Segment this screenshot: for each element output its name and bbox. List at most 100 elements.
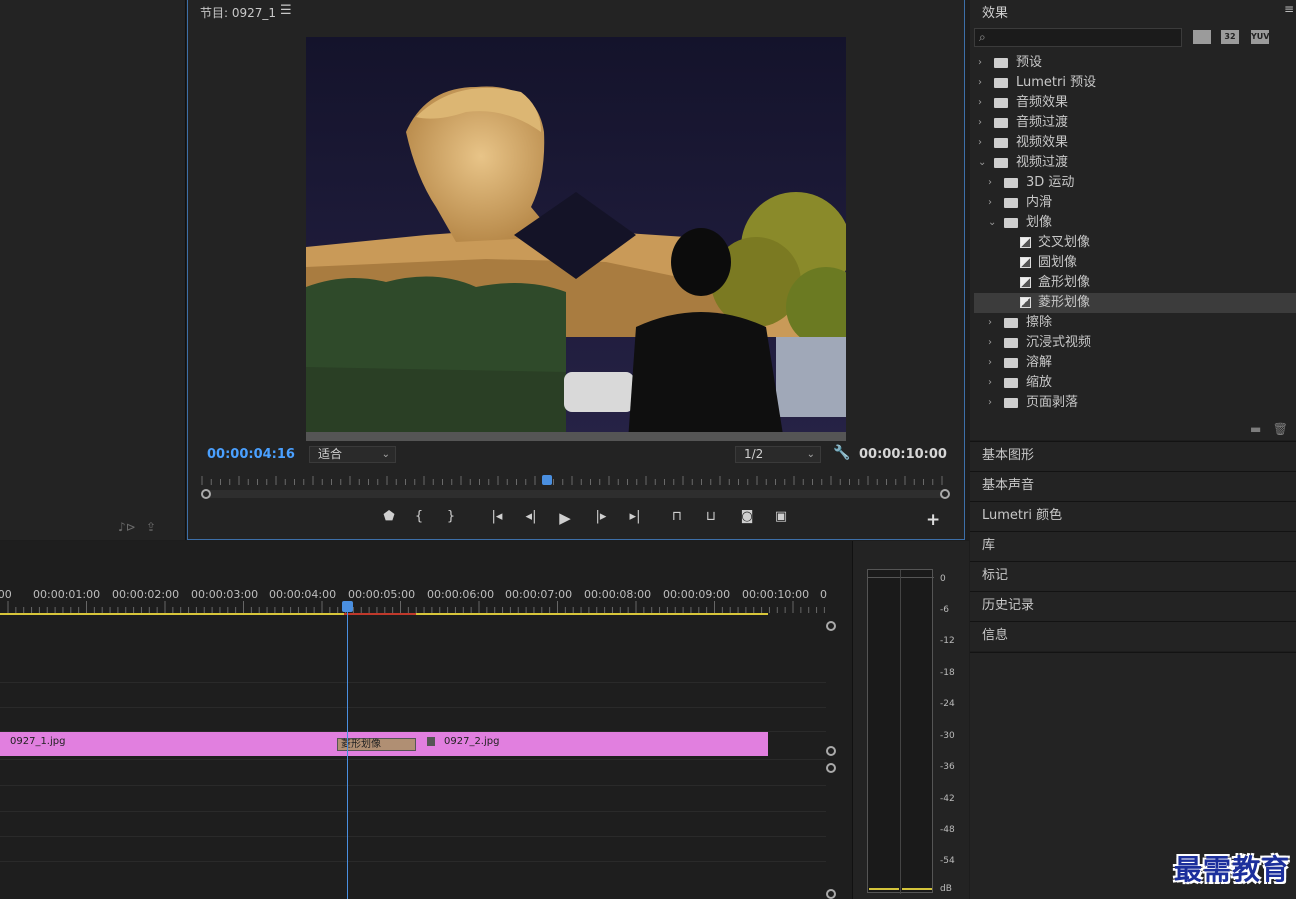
- chevron-right-icon[interactable]: ›: [988, 353, 992, 373]
- mark-out-icon[interactable]: }: [440, 509, 462, 524]
- tree-item[interactable]: › 擦除: [974, 313, 1296, 333]
- chevron-down-icon[interactable]: ⌄: [988, 213, 996, 233]
- tree-item-label: 预设: [1016, 55, 1043, 70]
- hamburger-icon[interactable]: ☰: [280, 3, 292, 18]
- tree-item[interactable]: › Lumetri 预设: [974, 73, 1296, 93]
- mark-in-icon[interactable]: {: [408, 509, 430, 524]
- monitor-time-ruler[interactable]: [200, 474, 948, 486]
- 32-bit-icon[interactable]: 32: [1221, 30, 1239, 44]
- side-panel-tab[interactable]: 标记: [970, 561, 1296, 591]
- chevron-right-icon[interactable]: ›: [978, 93, 982, 113]
- side-panel-tab[interactable]: 基本图形: [970, 441, 1296, 471]
- meter-divider: [900, 570, 901, 894]
- video-frame[interactable]: [306, 37, 846, 441]
- effects-panel-title: 效果: [982, 6, 1009, 21]
- side-panel-tab[interactable]: 历史记录: [970, 591, 1296, 621]
- timeline-vertical-scrollbar[interactable]: [826, 621, 836, 899]
- go-to-in-icon[interactable]: |◂: [486, 509, 508, 524]
- add-button-icon[interactable]: +: [926, 510, 940, 530]
- current-timecode[interactable]: 00:00:04:16: [207, 447, 295, 462]
- side-panel-tab[interactable]: 信息: [970, 621, 1296, 651]
- fx-badge-icon: [427, 737, 435, 746]
- scroll-handle-top[interactable]: [826, 621, 836, 631]
- timeline-playhead[interactable]: [342, 601, 353, 612]
- export-frame-icon[interactable]: ◙: [736, 509, 758, 524]
- tree-item[interactable]: › 溶解: [974, 353, 1296, 373]
- side-panel-tab[interactable]: 库: [970, 531, 1296, 561]
- tree-item-label: 内滑: [1026, 195, 1053, 210]
- chevron-right-icon[interactable]: ›: [988, 333, 992, 353]
- resolution-select[interactable]: 1/2 ⌄: [735, 446, 821, 463]
- scroll-handle-bottom[interactable]: [826, 889, 836, 899]
- track-divider: [0, 811, 826, 812]
- wrench-icon[interactable]: 🔧: [833, 445, 850, 461]
- transition-clip[interactable]: 菱形划像: [337, 738, 416, 751]
- timeline-tick-label: 00:00:10:00: [742, 588, 810, 601]
- folder-icon: [994, 98, 1008, 108]
- chevron-right-icon[interactable]: ›: [978, 113, 982, 133]
- render-status-bar: [344, 613, 416, 615]
- effects-search-input[interactable]: ⌕: [974, 28, 1182, 47]
- tree-item[interactable]: 圆划像: [974, 253, 1296, 273]
- track-divider: [0, 836, 826, 837]
- export-icon[interactable]: ⇪: [146, 520, 156, 534]
- side-panel-tab[interactable]: 基本声音: [970, 471, 1296, 501]
- db-label: -30: [940, 731, 955, 741]
- play-icon[interactable]: ▶: [554, 509, 576, 527]
- side-panel-tab[interactable]: Lumetri 颜色: [970, 501, 1296, 531]
- tree-item[interactable]: 菱形划像: [974, 293, 1296, 313]
- tree-item-label: 交叉划像: [1038, 235, 1091, 250]
- step-forward-icon[interactable]: |▸: [590, 509, 612, 524]
- step-back-icon[interactable]: ◂|: [520, 509, 542, 524]
- tree-item[interactable]: › 音频效果: [974, 93, 1296, 113]
- tree-item[interactable]: › 缩放: [974, 373, 1296, 393]
- tree-item[interactable]: › 预设: [974, 53, 1296, 73]
- chevron-right-icon[interactable]: ›: [988, 173, 992, 193]
- chevron-right-icon[interactable]: ›: [988, 193, 992, 213]
- chevron-down-icon[interactable]: ⌄: [978, 153, 986, 173]
- go-to-out-icon[interactable]: ▸|: [624, 509, 646, 524]
- extract-icon[interactable]: ⊔: [700, 509, 722, 524]
- tree-item[interactable]: ⌄ 划像: [974, 213, 1296, 233]
- fit-select[interactable]: 适合 ⌄: [309, 446, 396, 463]
- tree-item[interactable]: › 3D 运动: [974, 173, 1296, 193]
- tree-item[interactable]: 交叉划像: [974, 233, 1296, 253]
- tree-item-label: 盒形划像: [1038, 275, 1091, 290]
- tree-item-label: 划像: [1026, 215, 1053, 230]
- tree-item[interactable]: › 沉浸式视频: [974, 333, 1296, 353]
- chevron-right-icon[interactable]: ›: [988, 393, 992, 413]
- scroll-handle-mid[interactable]: [826, 746, 836, 756]
- transition-effect-icon: [1020, 257, 1031, 268]
- zoom-scrollbar-left-handle[interactable]: [201, 489, 211, 499]
- zoom-scrollbar[interactable]: [206, 490, 946, 498]
- zoom-scrollbar-right-handle[interactable]: [940, 489, 950, 499]
- accelerated-effects-icon[interactable]: [1193, 30, 1211, 44]
- tree-item-label: 3D 运动: [1026, 175, 1075, 190]
- new-bin-icon[interactable]: ▬: [1250, 422, 1261, 436]
- monitor-playhead[interactable]: [542, 475, 552, 485]
- trash-icon[interactable]: 🗑: [1273, 422, 1288, 436]
- tree-item[interactable]: › 页面剥落: [974, 393, 1296, 413]
- chevron-right-icon[interactable]: ›: [978, 133, 982, 153]
- timeline-tick-label: 00:00:07:00: [505, 588, 573, 601]
- tree-item-label: 页面剥落: [1026, 395, 1079, 410]
- chevron-right-icon[interactable]: ›: [978, 73, 982, 93]
- marker-icon[interactable]: ⬟: [378, 509, 400, 524]
- timeline-tick-label: :00: [0, 588, 12, 601]
- chevron-right-icon[interactable]: ›: [988, 313, 992, 333]
- tree-item-label: 音频效果: [1016, 95, 1069, 110]
- tree-item[interactable]: › 视频效果: [974, 133, 1296, 153]
- chevron-right-icon[interactable]: ›: [988, 373, 992, 393]
- chevron-right-icon[interactable]: ›: [978, 53, 982, 73]
- tree-item[interactable]: › 内滑: [974, 193, 1296, 213]
- compare-icon[interactable]: ▣: [770, 509, 792, 524]
- lift-icon[interactable]: ⊓: [666, 509, 688, 524]
- track-divider: [0, 785, 826, 786]
- panel-menu-icon[interactable]: ≡: [1284, 2, 1294, 16]
- yuv-icon[interactable]: YUV: [1251, 30, 1269, 44]
- scroll-handle-mid2[interactable]: [826, 763, 836, 773]
- tree-item[interactable]: › 音频过渡: [974, 113, 1296, 133]
- tree-item[interactable]: ⌄ 视频过渡: [974, 153, 1296, 173]
- insert-icon[interactable]: ♪⊳: [118, 520, 136, 534]
- tree-item[interactable]: 盒形划像: [974, 273, 1296, 293]
